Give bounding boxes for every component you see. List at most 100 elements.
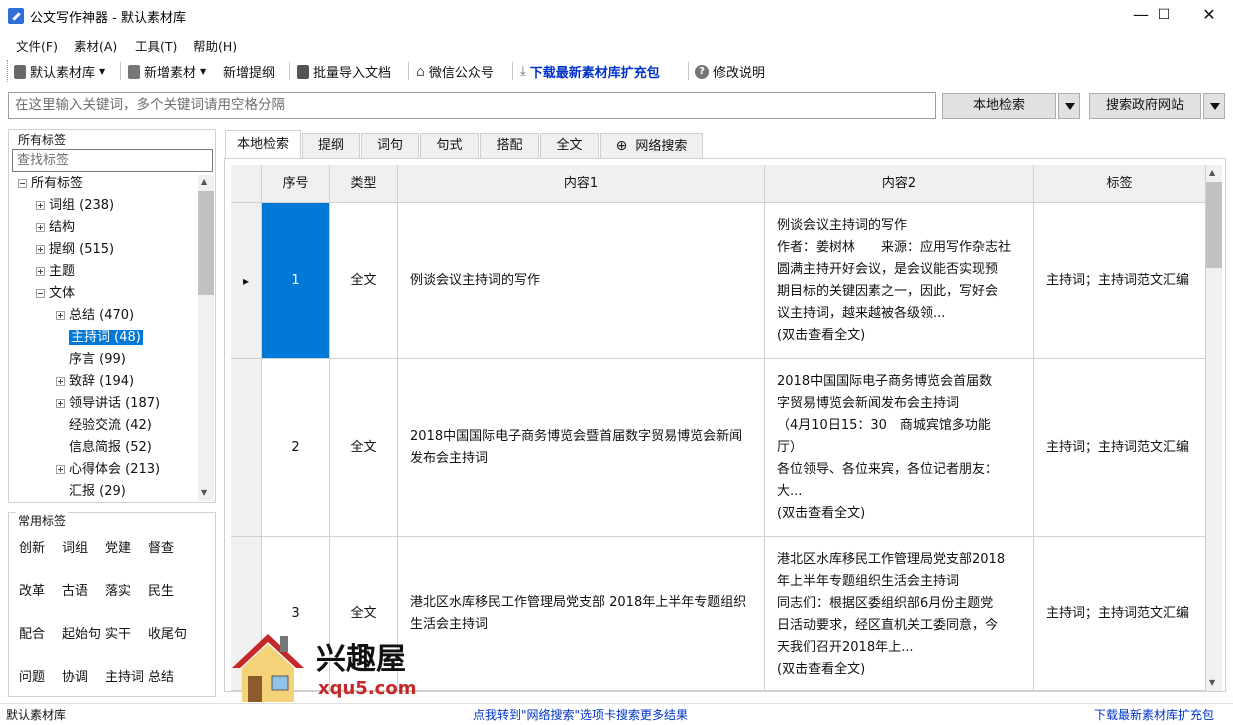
expand-icon[interactable]	[36, 267, 45, 276]
tree-node[interactable]: 结构	[36, 218, 75, 238]
tree-node[interactable]: 信息简报 (52)	[56, 438, 152, 458]
expand-icon[interactable]	[36, 245, 45, 254]
tag-tree-scroll-thumb[interactable]	[198, 191, 214, 295]
cell-tag[interactable]: 主持词；主持词范文汇编	[1034, 537, 1206, 691]
gov-search-dropdown[interactable]	[1203, 93, 1225, 119]
tab-3[interactable]: 词句	[361, 133, 419, 158]
menu-tools[interactable]: 工具(T)	[135, 36, 177, 55]
cell-content2[interactable]: 例谈会议主持词的写作 作者：姜树林 来源：应用写作杂志社 圆满主持开好会议，是会议能…	[765, 203, 1034, 359]
tree-node[interactable]: 主持词 (48)	[56, 328, 143, 348]
expand-icon[interactable]	[56, 311, 65, 320]
new-material-button[interactable]: 新增素材 ▼	[128, 62, 206, 81]
common-tag[interactable]: 党建	[105, 537, 131, 556]
tab-label: 搭配	[496, 138, 523, 153]
menu-help[interactable]: 帮助(H)	[193, 36, 237, 55]
tab-4[interactable]: 句式	[420, 133, 479, 158]
cell-no[interactable]: 1	[262, 203, 330, 359]
wechat-button[interactable]: ⌂ 微信公众号	[416, 62, 494, 82]
cell-content1[interactable]: 港北区水库移民工作管理局党支部 2018年上半年专题组织生活会主持词	[398, 537, 765, 691]
expand-icon[interactable]	[36, 201, 45, 210]
cell-content2[interactable]: 2018中国国际电子商务博览会首届数 字贸易博览会新闻发布会主持词 （4月10日15…	[765, 359, 1034, 537]
local-search-dropdown[interactable]	[1058, 93, 1080, 119]
tree-node[interactable]: 汇报 (29)	[56, 482, 126, 500]
header-no[interactable]: 序号	[262, 165, 330, 203]
maximize-button[interactable]: ☐	[1141, 0, 1187, 32]
common-tag[interactable]: 主持词	[105, 666, 144, 685]
common-tag[interactable]: 改革	[19, 580, 45, 599]
tree-node[interactable]: 提纲 (515)	[36, 240, 114, 260]
new-outline-button[interactable]: 新增提纲	[223, 62, 275, 81]
menu-material[interactable]: 素材(A)	[74, 36, 117, 55]
changelog-button[interactable]: ? 修改说明	[695, 62, 765, 81]
gov-search-button[interactable]: 搜索政府网站	[1089, 93, 1201, 119]
common-tag[interactable]: 起始句	[62, 623, 101, 642]
header-type[interactable]: 类型	[330, 165, 398, 203]
cell-content2[interactable]: 港北区水库移民工作管理局党支部2018 年上半年专题组织生活会主持词 同志们：根据区…	[765, 537, 1034, 691]
cell-type[interactable]: 全文	[330, 359, 398, 537]
cell-content2-line: 天我们召开2018年上...	[777, 640, 914, 655]
common-tag[interactable]: 协调	[62, 666, 88, 685]
cell-content1[interactable]: 2018中国国际电子商务博览会暨首届数字贸易博览会新闻发布会主持词	[398, 359, 765, 537]
tab-2[interactable]: 提纲	[302, 133, 360, 158]
status-download-link[interactable]: 下载最新素材库扩充包	[1094, 706, 1214, 723]
download-pack-button[interactable]: ⤓ 下载最新素材库扩充包	[520, 62, 660, 81]
header-content1[interactable]: 内容1	[398, 165, 765, 203]
row-header[interactable]	[231, 359, 262, 537]
tab-1[interactable]: 本地检索	[225, 130, 301, 159]
library-dropdown[interactable]: 默认素材库 ▼	[14, 62, 105, 81]
expand-icon[interactable]	[56, 377, 65, 386]
cell-no[interactable]: 2	[262, 359, 330, 537]
header-tag[interactable]: 标签	[1034, 165, 1206, 203]
tab-7[interactable]: ⊕ 网络搜索	[600, 133, 703, 158]
menu-file[interactable]: 文件(F)	[16, 36, 58, 55]
tree-node[interactable]: 领导讲话 (187)	[56, 394, 160, 414]
common-tag[interactable]: 创新	[19, 537, 45, 556]
cell-content1[interactable]: 例谈会议主持词的写作	[398, 203, 765, 359]
tree-node[interactable]: 经验交流 (42)	[56, 416, 152, 436]
common-tag[interactable]: 督查	[148, 537, 174, 556]
keyword-search-input[interactable]: 在这里输入关键词，多个关键词请用空格分隔	[8, 92, 936, 119]
expand-icon[interactable]	[56, 465, 65, 474]
cell-tag[interactable]: 主持词；主持词范文汇编	[1034, 203, 1206, 359]
tree-node[interactable]: 词组 (238)	[36, 196, 114, 216]
tree-node[interactable]: 文体	[36, 284, 75, 304]
tree-node[interactable]: 总结 (470)	[56, 306, 134, 326]
scroll-up-icon[interactable]: ▲	[1209, 168, 1215, 177]
common-tag[interactable]: 词组	[62, 537, 88, 556]
common-tag[interactable]: 落实	[105, 580, 131, 599]
common-tag[interactable]: 配合	[19, 623, 45, 642]
scroll-up-icon[interactable]: ▲	[201, 177, 207, 186]
common-tag[interactable]: 古语	[62, 580, 88, 599]
expand-icon[interactable]	[36, 223, 45, 232]
common-tag[interactable]: 实干	[105, 623, 131, 642]
batch-import-button[interactable]: 批量导入文档	[297, 62, 391, 81]
common-tag[interactable]: 总结	[148, 666, 174, 685]
tree-node[interactable]: 致辞 (194)	[56, 372, 134, 392]
book-icon	[14, 64, 26, 79]
tree-node[interactable]: 主题	[36, 262, 75, 282]
scroll-down-icon[interactable]: ▼	[201, 488, 207, 497]
status-web-search-link[interactable]: 点我转到"网络搜索"选项卡搜索更多结果	[473, 706, 688, 723]
local-search-button[interactable]: 本地检索	[942, 93, 1056, 119]
tab-5[interactable]: 搭配	[480, 133, 539, 158]
common-tag[interactable]: 问题	[19, 666, 45, 685]
cell-tag[interactable]: 主持词；主持词范文汇编	[1034, 359, 1206, 537]
toolbar-separator	[688, 62, 689, 80]
tree-node[interactable]: 序言 (99)	[56, 350, 126, 370]
cell-type[interactable]: 全文	[330, 203, 398, 359]
header-content2[interactable]: 内容2	[765, 165, 1034, 203]
tree-node[interactable]: 心得体会 (213)	[56, 460, 160, 480]
tab-6[interactable]: 全文	[540, 133, 599, 158]
close-button[interactable]: ✕	[1186, 0, 1232, 32]
tree-node[interactable]: 所有标签	[18, 174, 83, 194]
grid-corner	[231, 165, 262, 203]
grid-scroll-thumb[interactable]	[1206, 182, 1222, 268]
collapse-icon[interactable]	[18, 179, 27, 188]
common-tag[interactable]: 民生	[148, 580, 174, 599]
tag-search-input[interactable]: 查找标签	[12, 149, 213, 172]
current-row-arrow-icon[interactable]: ▸	[231, 203, 262, 359]
expand-icon[interactable]	[56, 399, 65, 408]
scroll-down-icon[interactable]: ▼	[1209, 678, 1215, 687]
collapse-icon[interactable]	[36, 289, 45, 298]
common-tag[interactable]: 收尾句	[148, 623, 187, 642]
